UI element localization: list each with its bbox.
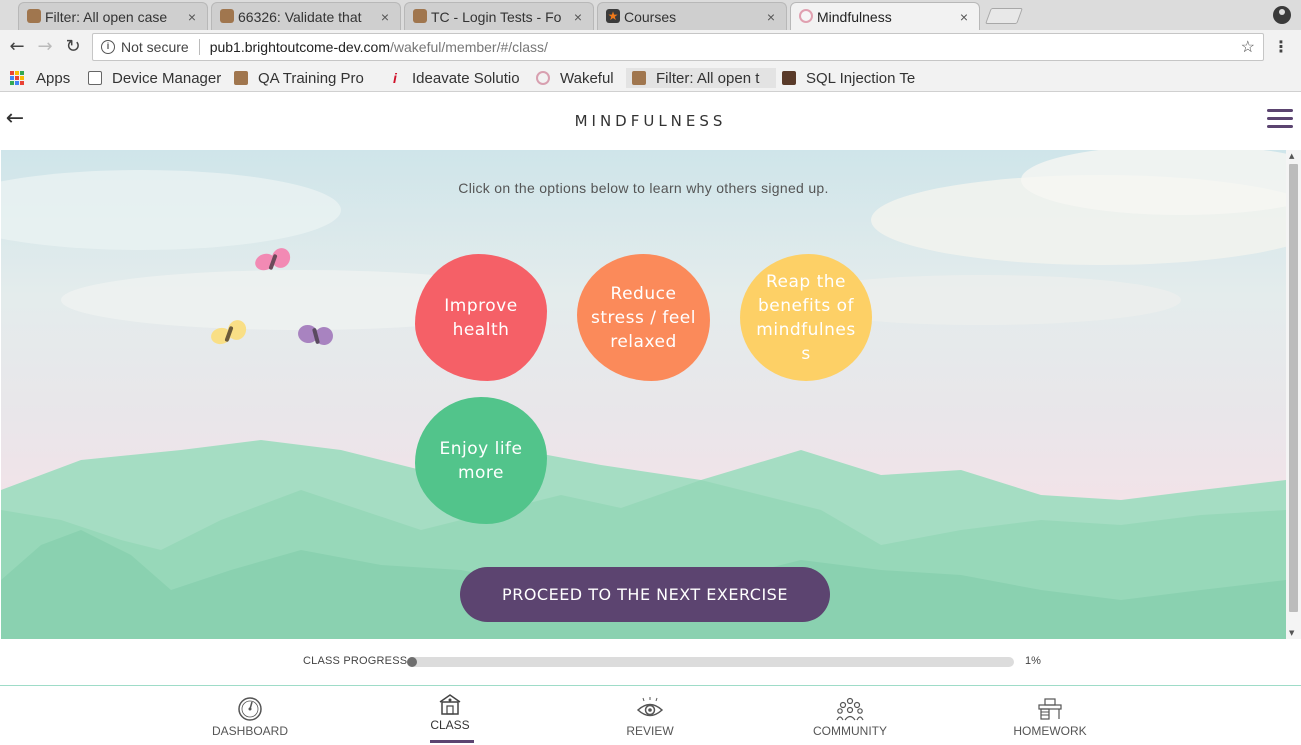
bookmark-label: Apps <box>36 69 71 87</box>
bookmark-item[interactable]: Device Manager <box>88 68 222 88</box>
address-bar[interactable]: i Not secure pub1.brightoutcome-dev.com … <box>92 33 1264 61</box>
back-icon[interactable]: ← <box>6 36 28 58</box>
bookmark-item[interactable]: i Ideavate Solutio <box>388 68 524 88</box>
bottom-nav: DASHBOARD CLASS REVIEW COMMUNITY HOMEWOR… <box>0 685 1301 744</box>
bookmark-label: SQL Injection Te <box>806 69 916 87</box>
nav-review[interactable]: REVIEW <box>600 686 700 745</box>
close-icon[interactable]: × <box>957 9 971 25</box>
url-host: pub1.brightoutcome-dev.com <box>209 39 390 55</box>
reload-icon[interactable]: ↻ <box>62 36 84 58</box>
scrollbar-thumb[interactable] <box>1289 164 1298 612</box>
nav-homework[interactable]: HOMEWORK <box>1000 686 1100 745</box>
bug-icon <box>234 71 248 85</box>
page-title: MINDFULNESS <box>574 112 727 130</box>
info-icon[interactable]: i <box>101 40 115 54</box>
bookmark-label: Wakeful <box>560 69 614 87</box>
browser-tab[interactable]: ★ Courses × <box>597 2 787 30</box>
wakeful-icon <box>799 9 813 23</box>
bug-icon <box>632 71 646 85</box>
option-improve-health[interactable]: Improve health <box>415 254 547 381</box>
nav-label: DASHBOARD <box>211 724 288 738</box>
bookmark-label: Filter: All open t <box>656 69 760 87</box>
proceed-button[interactable]: PROCEED TO THE NEXT EXERCISE <box>460 567 830 622</box>
bookmark-star-icon[interactable]: ☆ <box>1241 37 1255 57</box>
url-path: /wakeful/member/#/class/ <box>390 39 548 55</box>
progress-track <box>407 657 1014 667</box>
ideavate-icon: i <box>393 70 397 86</box>
butterfly-icon <box>298 324 333 345</box>
bookmark-apps[interactable]: Apps <box>10 68 70 88</box>
browser-tab[interactable]: TC - Login Tests - Fo × <box>404 2 594 30</box>
exercise-scene: Click on the options below to learn why … <box>1 150 1286 639</box>
progress-label: CLASS PROGRESS <box>303 655 408 667</box>
tab-title: 66326: Validate that <box>238 8 362 25</box>
progress-percent: 1% <box>1025 655 1041 667</box>
desk-icon <box>1038 698 1062 720</box>
bookmark-item[interactable]: QA Training Pro <box>234 68 372 88</box>
butterfly-icon <box>255 248 291 271</box>
tab-title: Filter: All open case <box>45 8 168 25</box>
tab-title: TC - Login Tests - Fo <box>431 8 562 25</box>
browser-tab[interactable]: Filter: All open case × <box>18 2 208 30</box>
scroll-up-icon[interactable]: ▲ <box>1289 152 1294 160</box>
page-icon <box>88 71 102 85</box>
nav-label: COMMUNITY <box>813 724 887 738</box>
nav-label: CLASS <box>430 718 470 732</box>
bookmark-item[interactable]: Wakeful <box>536 68 614 88</box>
bookmarks-bar: Apps Device Manager QA Training Pro i Id… <box>0 64 1301 92</box>
profile-icon[interactable] <box>1273 6 1291 24</box>
progress-fill <box>407 657 417 667</box>
browser-tabstrip: Filter: All open case × 66326: Validate … <box>0 0 1301 30</box>
bookmark-label: Ideavate Solutio <box>412 69 520 87</box>
nav-label: HOMEWORK <box>1013 724 1087 738</box>
instruction-text: Click on the options below to learn why … <box>458 180 829 196</box>
app-header: ← MINDFULNESS <box>0 93 1301 149</box>
page-scrollbar[interactable]: ▲ ▼ <box>1286 150 1301 639</box>
class-progress: CLASS PROGRESS 1% <box>0 650 1301 674</box>
bug-icon <box>220 9 234 23</box>
hamburger-menu-icon[interactable] <box>1267 109 1293 131</box>
bug-icon <box>27 9 41 23</box>
divider <box>198 39 200 55</box>
forward-icon[interactable]: → <box>34 36 56 58</box>
bookmark-item[interactable]: SQL Injection Te <box>782 68 920 88</box>
bookmark-label: QA Training Pro <box>258 69 364 87</box>
active-indicator <box>430 740 474 743</box>
option-enjoy-life[interactable]: Enjoy life more <box>415 397 547 524</box>
school-icon <box>439 694 461 715</box>
browser-menu-icon[interactable]: ⋮ <box>1273 37 1289 57</box>
browser-tab-active[interactable]: Mindfulness × <box>790 2 980 30</box>
option-reap-benefits[interactable]: Reap the benefits of mindfulnes s <box>740 254 872 381</box>
bug-icon <box>413 9 427 23</box>
butterfly-icon <box>211 320 247 345</box>
people-icon <box>836 697 864 721</box>
nav-label: REVIEW <box>626 724 674 738</box>
tab-title: Courses <box>624 8 677 25</box>
eye-icon <box>636 697 664 717</box>
browser-tab[interactable]: 66326: Validate that × <box>211 2 401 30</box>
scroll-down-icon[interactable]: ▼ <box>1289 629 1294 637</box>
close-icon[interactable]: × <box>378 9 392 25</box>
new-tab-button[interactable] <box>985 8 1023 24</box>
gauge-icon <box>238 697 262 721</box>
close-icon[interactable]: × <box>185 9 199 25</box>
sql-icon <box>782 71 796 85</box>
browser-toolbar: ← → ↻ i Not secure pub1.brightoutcome-de… <box>0 30 1301 64</box>
star-icon: ★ <box>606 9 620 23</box>
security-label: Not secure <box>121 39 189 55</box>
scene-background <box>1 150 1286 639</box>
close-icon[interactable]: × <box>571 9 585 25</box>
tab-title: Mindfulness <box>817 8 892 25</box>
close-icon[interactable]: × <box>764 9 778 25</box>
nav-class[interactable]: CLASS <box>400 686 500 745</box>
apps-grid-icon <box>10 71 24 85</box>
bookmark-item[interactable]: Filter: All open t <box>626 68 776 88</box>
bookmark-label: Device Manager <box>112 69 222 87</box>
nav-community[interactable]: COMMUNITY <box>800 686 900 745</box>
wakeful-icon <box>536 71 550 85</box>
nav-dashboard[interactable]: DASHBOARD <box>200 686 300 745</box>
